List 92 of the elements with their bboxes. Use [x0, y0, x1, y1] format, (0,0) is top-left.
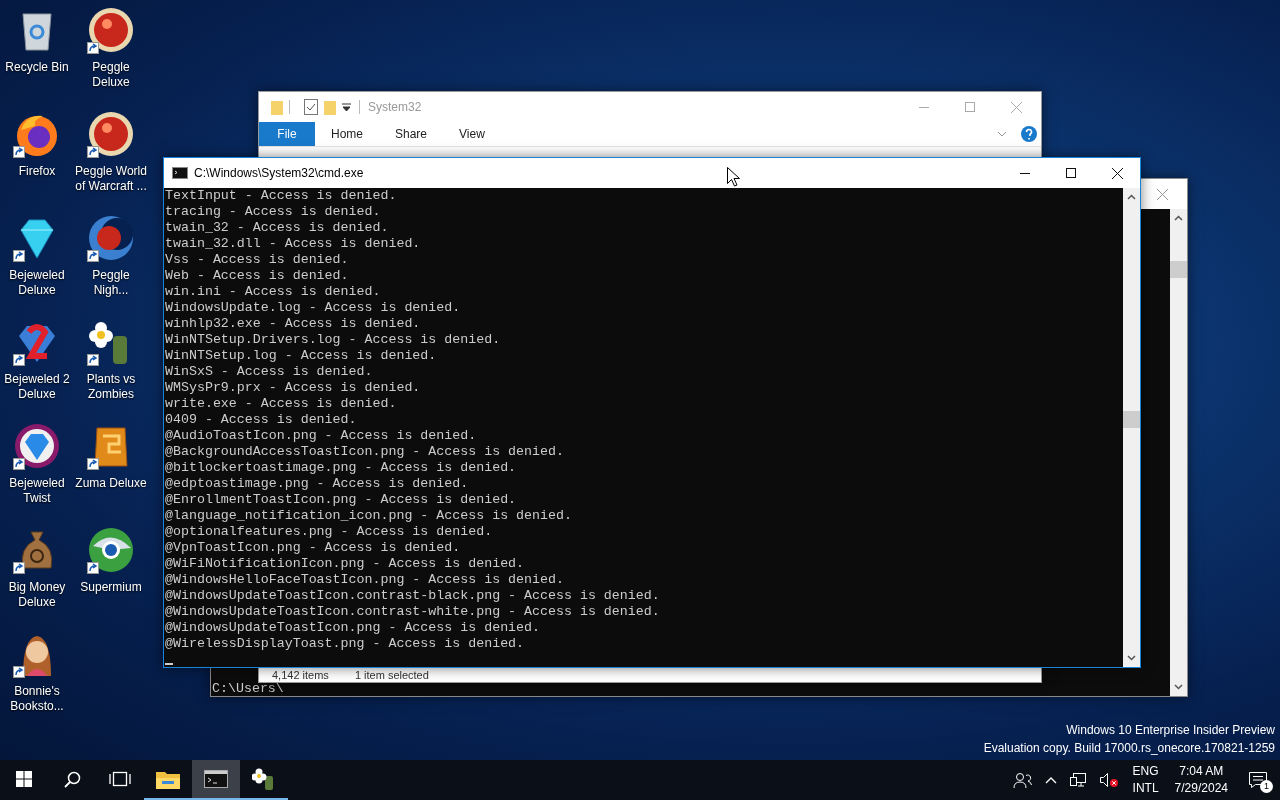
close-icon [1010, 101, 1022, 113]
message-icon [1248, 771, 1268, 789]
desktop-shortcut[interactable]: Firefox [0, 110, 74, 214]
action-center-button[interactable]: 1 [1236, 760, 1280, 800]
console-line: @EnrollmentToastIcon.png - Access is denied. [165, 492, 518, 508]
console-line: tracing - Access is denied. [165, 204, 382, 220]
ribbon-tab[interactable]: Share [379, 122, 444, 146]
console-line: @AudioToastIcon.png - Access is denied. [165, 428, 478, 444]
console-line: WinSxS - Access is denied. [165, 364, 374, 380]
ribbon-tab[interactable]: View [443, 122, 501, 146]
scroll-up-icon [1127, 194, 1136, 200]
clock-button[interactable]: 7:04 AM 7/29/2024 [1166, 763, 1236, 797]
console-line: @WindowsHelloFaceToastIcon.png - Access is denied. [165, 572, 565, 588]
ribbon-tab[interactable]: Home [315, 122, 379, 146]
desktop-shortcut[interactable]: Recycle Bin [0, 6, 74, 110]
terminal-icon [204, 770, 228, 788]
help-icon [1021, 126, 1037, 142]
network-icon [1068, 772, 1087, 788]
console-line: @WirelessDisplayToast.png - Access is denied. [165, 636, 526, 652]
console-line: Web - Access is denied. [165, 268, 350, 284]
flower-icon [252, 767, 276, 791]
maximize-icon [1066, 168, 1076, 178]
taskbar-app[interactable] [192, 760, 240, 800]
ball-icon [87, 6, 135, 54]
console-line: WMSysPr9.prx - Access is denied. [165, 380, 422, 396]
window-title: C:\Windows\System32\cmd.exe [194, 166, 364, 180]
console-line: @WiFiNotificationIcon.png - Access is denied. [165, 556, 526, 572]
desktop-shortcut[interactable]: Bejeweled 2 Deluxe [0, 318, 74, 422]
console-line: winhlp32.exe - Access is denied. [165, 316, 422, 332]
desktop-shortcut[interactable]: Peggle World of Warcraft ... [74, 110, 148, 214]
properties-icon [304, 99, 318, 115]
desktop-shortcut[interactable]: Supermium [74, 526, 148, 630]
desktop-shortcut[interactable]: Bonnie's Booksto... [0, 630, 74, 734]
console-line: @language_notification_icon.png - Access is denied. [165, 508, 573, 524]
folder-icon [156, 769, 180, 789]
terminal-icon [172, 167, 188, 179]
desktop-shortcut[interactable]: Zuma Deluxe [74, 422, 148, 526]
console-line: @WindowsUpdateToastIcon.contrast-black.png - Access is denied. [165, 588, 661, 604]
console-line: twain_32.dll - Access is denied. [165, 236, 422, 252]
console-line: write.exe - Access is denied. [165, 396, 398, 412]
console-line: WinNTSetup.Drivers.log - Access is denied. [165, 332, 502, 348]
console-line: WinNTSetup.log - Access is denied. [165, 348, 438, 364]
desktop-shortcut[interactable]: Bejeweled Twist [0, 422, 74, 526]
console-line: @bitlockertoastimage.png - Access is denied. [165, 460, 518, 476]
people-icon [1012, 772, 1033, 788]
chevron-icon [997, 131, 1007, 137]
globe-icon [87, 526, 135, 574]
status-text: 4,142 items [272, 669, 329, 682]
console-line: TextInput - Access is denied. [165, 188, 398, 204]
caret-icon [342, 103, 351, 111]
text-cursor [165, 663, 173, 665]
search-icon [63, 770, 81, 788]
console-line: @edptoastimage.png - Access is denied. [165, 476, 470, 492]
chevron-up-icon [1044, 776, 1057, 784]
evaluation-notice: Windows 10 Enterprise Insider Preview [1065, 722, 1275, 739]
console-line: twain_32 - Access is denied. [165, 220, 390, 236]
console-line: @WindowsUpdateToastIcon.png - Access is denied. [165, 620, 542, 636]
scroll-up-icon [1174, 215, 1183, 221]
folder-icon [271, 99, 283, 115]
ball-icon [87, 110, 135, 158]
maximize-icon [965, 102, 975, 112]
console-line: @VpnToastIcon.png - Access is denied. [165, 540, 462, 556]
windows-logo-icon [16, 771, 32, 787]
scroll-thumb[interactable] [1123, 411, 1140, 428]
desktop-shortcut[interactable]: Big Money Deluxe [0, 526, 74, 630]
status-text: 1 item selected [354, 669, 429, 682]
scroll-down-icon [1127, 655, 1136, 661]
scroll-thumb[interactable] [1170, 261, 1187, 278]
input-language-button[interactable]: ENG INTL [1124, 763, 1167, 797]
desktop-shortcut[interactable]: Peggle Deluxe [74, 6, 148, 110]
window-title: System32 [368, 100, 422, 114]
task-view-icon [109, 771, 131, 787]
console-line: 0409 - Access is denied. [165, 412, 358, 428]
console-line: Vss - Access is denied. [165, 252, 350, 268]
close-icon [1111, 167, 1123, 179]
desktop-shortcut[interactable]: Peggle Nigh... [74, 214, 148, 318]
console-line: win.ini - Access is denied. [165, 284, 382, 300]
ball-icon [87, 214, 135, 262]
scroll-down-icon [1174, 684, 1183, 690]
console-line: WindowsUpdate.log - Access is denied. [165, 300, 462, 316]
console-line: @optionalfeatures.png - Access is denied. [165, 524, 494, 540]
notification-count: 1 [1260, 780, 1273, 793]
ribbon-tab[interactable]: File [259, 122, 315, 146]
console-line: @WindowsUpdateToastIcon.contrast-white.png - Access is denied. [165, 604, 661, 620]
desktop-shortcut[interactable]: Plants vs Zombies [74, 318, 148, 422]
folder-icon [324, 99, 336, 115]
evaluation-notice: Evaluation copy. Build 17000.rs_onecore.170821-1259 [983, 740, 1275, 757]
gem-icon [13, 422, 61, 470]
console-line: @BackgroundAccessToastIcon.png - Access is denied. [165, 444, 565, 460]
desktop-shortcut[interactable]: Bejeweled Deluxe [0, 214, 74, 318]
console-line: C:\Users\ [212, 682, 285, 696]
close-icon [1156, 188, 1168, 200]
